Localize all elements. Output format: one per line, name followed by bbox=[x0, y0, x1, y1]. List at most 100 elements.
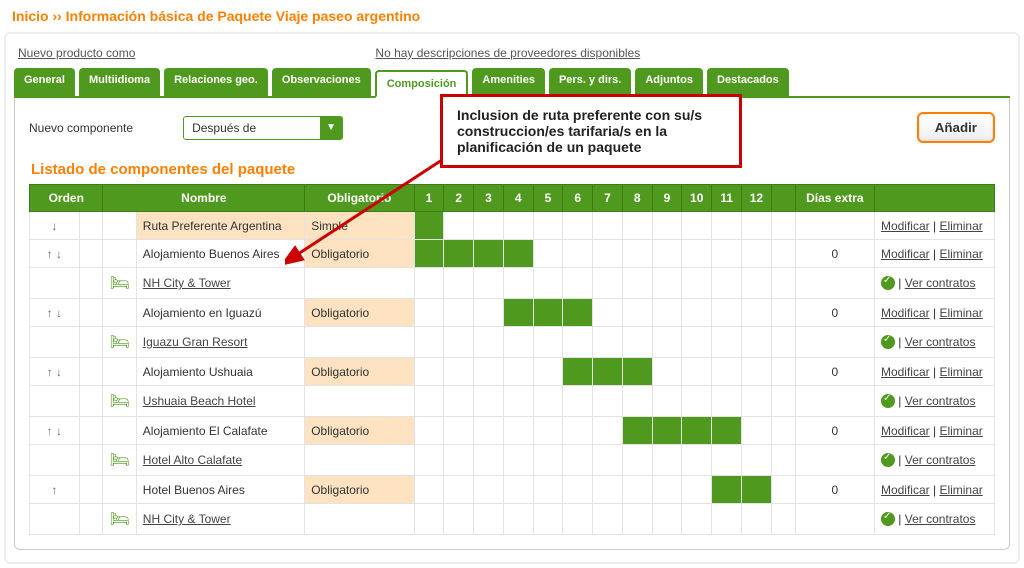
hotel-link[interactable]: NH City & Tower bbox=[143, 512, 231, 526]
day-4 bbox=[503, 240, 533, 268]
col-orden: Orden bbox=[30, 185, 103, 212]
day-9 bbox=[652, 268, 682, 299]
edit-link[interactable]: Modificar bbox=[881, 483, 930, 497]
main-container: Nuevo producto como No hay descripciones… bbox=[4, 32, 1020, 564]
day-12 bbox=[742, 386, 772, 417]
day-10 bbox=[682, 327, 712, 358]
day-8 bbox=[622, 417, 652, 445]
order-blank bbox=[79, 476, 103, 504]
day-12 bbox=[742, 240, 772, 268]
icon-cell bbox=[103, 358, 136, 386]
bed-icon: 🛏 bbox=[109, 452, 129, 469]
day-1 bbox=[414, 240, 444, 268]
day-11 bbox=[712, 445, 742, 476]
position-select[interactable]: Después de ▼ bbox=[183, 116, 343, 140]
edit-link[interactable]: Modificar bbox=[881, 424, 930, 438]
tab-amen[interactable]: Amenities bbox=[472, 68, 545, 96]
edit-link[interactable]: Modificar bbox=[881, 306, 930, 320]
blank bbox=[771, 504, 795, 535]
actions-cell: | Ver contratos bbox=[874, 386, 994, 417]
breadcrumb-home-link[interactable]: Inicio bbox=[12, 8, 49, 24]
add-button[interactable]: Añadir bbox=[917, 112, 995, 143]
edit-link[interactable]: Modificar bbox=[881, 247, 930, 261]
hotel-link[interactable]: Hotel Alto Calafate bbox=[143, 453, 242, 467]
icon-cell: 🛏 bbox=[103, 268, 136, 299]
day-6 bbox=[563, 212, 593, 240]
order-arrows[interactable]: ↑ ↓ bbox=[30, 358, 80, 386]
order-arrows[interactable]: ↑ ↓ bbox=[30, 299, 80, 327]
icon-cell bbox=[103, 240, 136, 268]
icon-cell: 🛏 bbox=[103, 504, 136, 535]
order-arrows[interactable]: ↑ ↓ bbox=[30, 240, 80, 268]
tab-pers[interactable]: Pers. y dirs. bbox=[549, 68, 631, 96]
hotel-row: 🛏Hotel Alto Calafate | Ver contratos bbox=[30, 445, 995, 476]
col-actions bbox=[874, 185, 994, 212]
delete-link[interactable]: Eliminar bbox=[939, 424, 982, 438]
day-9 bbox=[652, 327, 682, 358]
actions-cell: | Ver contratos bbox=[874, 504, 994, 535]
day-3 bbox=[474, 386, 504, 417]
tab-observ[interactable]: Observaciones bbox=[272, 68, 371, 96]
tab-dest[interactable]: Destacados bbox=[707, 68, 789, 96]
day-4 bbox=[503, 299, 533, 327]
day-1 bbox=[414, 417, 444, 445]
order-arrows[interactable]: ↑ ↓ bbox=[30, 417, 80, 445]
delete-link[interactable]: Eliminar bbox=[939, 306, 982, 320]
bed-icon: 🛏 bbox=[109, 334, 129, 351]
day-2 bbox=[444, 212, 474, 240]
day-9 bbox=[652, 212, 682, 240]
day-4 bbox=[503, 476, 533, 504]
day-8 bbox=[622, 504, 652, 535]
hotel-row: 🛏Iguazu Gran Resort | Ver contratos bbox=[30, 327, 995, 358]
blank bbox=[771, 417, 795, 445]
hotel-link[interactable]: NH City & Tower bbox=[143, 276, 231, 290]
obligatory-cell: Obligatorio bbox=[305, 240, 414, 268]
day-12 bbox=[742, 327, 772, 358]
day-5 bbox=[533, 212, 563, 240]
day-11 bbox=[712, 417, 742, 445]
day-6 bbox=[563, 386, 593, 417]
view-contracts-link[interactable]: Ver contratos bbox=[905, 335, 976, 349]
component-row: ↑Hotel Buenos AiresObligatorio0Modificar… bbox=[30, 476, 995, 504]
order-blank bbox=[79, 212, 103, 240]
edit-link[interactable]: Modificar bbox=[881, 219, 930, 233]
view-contracts-link[interactable]: Ver contratos bbox=[905, 276, 976, 290]
order-blank2 bbox=[79, 445, 103, 476]
day-5 bbox=[533, 445, 563, 476]
day-3 bbox=[474, 299, 504, 327]
dias-extra: 0 bbox=[795, 417, 874, 445]
day-1 bbox=[414, 476, 444, 504]
delete-link[interactable]: Eliminar bbox=[939, 219, 982, 233]
obligatory-cell bbox=[305, 386, 414, 417]
hotel-link[interactable]: Ushuaia Beach Hotel bbox=[143, 394, 256, 408]
view-contracts-link[interactable]: Ver contratos bbox=[905, 394, 976, 408]
tab-multiidioma[interactable]: Multiidioma bbox=[79, 68, 160, 96]
delete-link[interactable]: Eliminar bbox=[939, 365, 982, 379]
tab-adj[interactable]: Adjuntos bbox=[635, 68, 703, 96]
no-descriptions-link[interactable]: No hay descripciones de proveedores disp… bbox=[375, 46, 640, 60]
day-9 bbox=[652, 504, 682, 535]
day-10 bbox=[682, 299, 712, 327]
day-11 bbox=[712, 299, 742, 327]
order-blank bbox=[79, 417, 103, 445]
edit-link[interactable]: Modificar bbox=[881, 365, 930, 379]
day-6 bbox=[563, 327, 593, 358]
delete-link[interactable]: Eliminar bbox=[939, 483, 982, 497]
new-product-as-link[interactable]: Nuevo producto como bbox=[18, 46, 135, 60]
blank bbox=[771, 386, 795, 417]
view-contracts-link[interactable]: Ver contratos bbox=[905, 453, 976, 467]
day-10 bbox=[682, 212, 712, 240]
day-11 bbox=[712, 327, 742, 358]
day-4 bbox=[503, 358, 533, 386]
hotel-link[interactable]: Iguazu Gran Resort bbox=[143, 335, 248, 349]
tab-relgeo[interactable]: Relaciones geo. bbox=[164, 68, 268, 96]
delete-link[interactable]: Eliminar bbox=[939, 247, 982, 261]
order-arrows[interactable]: ↑ bbox=[30, 476, 80, 504]
day-2 bbox=[444, 386, 474, 417]
tab-general[interactable]: General bbox=[14, 68, 75, 96]
order-blank bbox=[30, 504, 80, 535]
actions-cell: Modificar | Eliminar bbox=[874, 476, 994, 504]
view-contracts-link[interactable]: Ver contratos bbox=[905, 512, 976, 526]
order-arrows[interactable]: ↓ bbox=[30, 212, 80, 240]
day-4 bbox=[503, 417, 533, 445]
